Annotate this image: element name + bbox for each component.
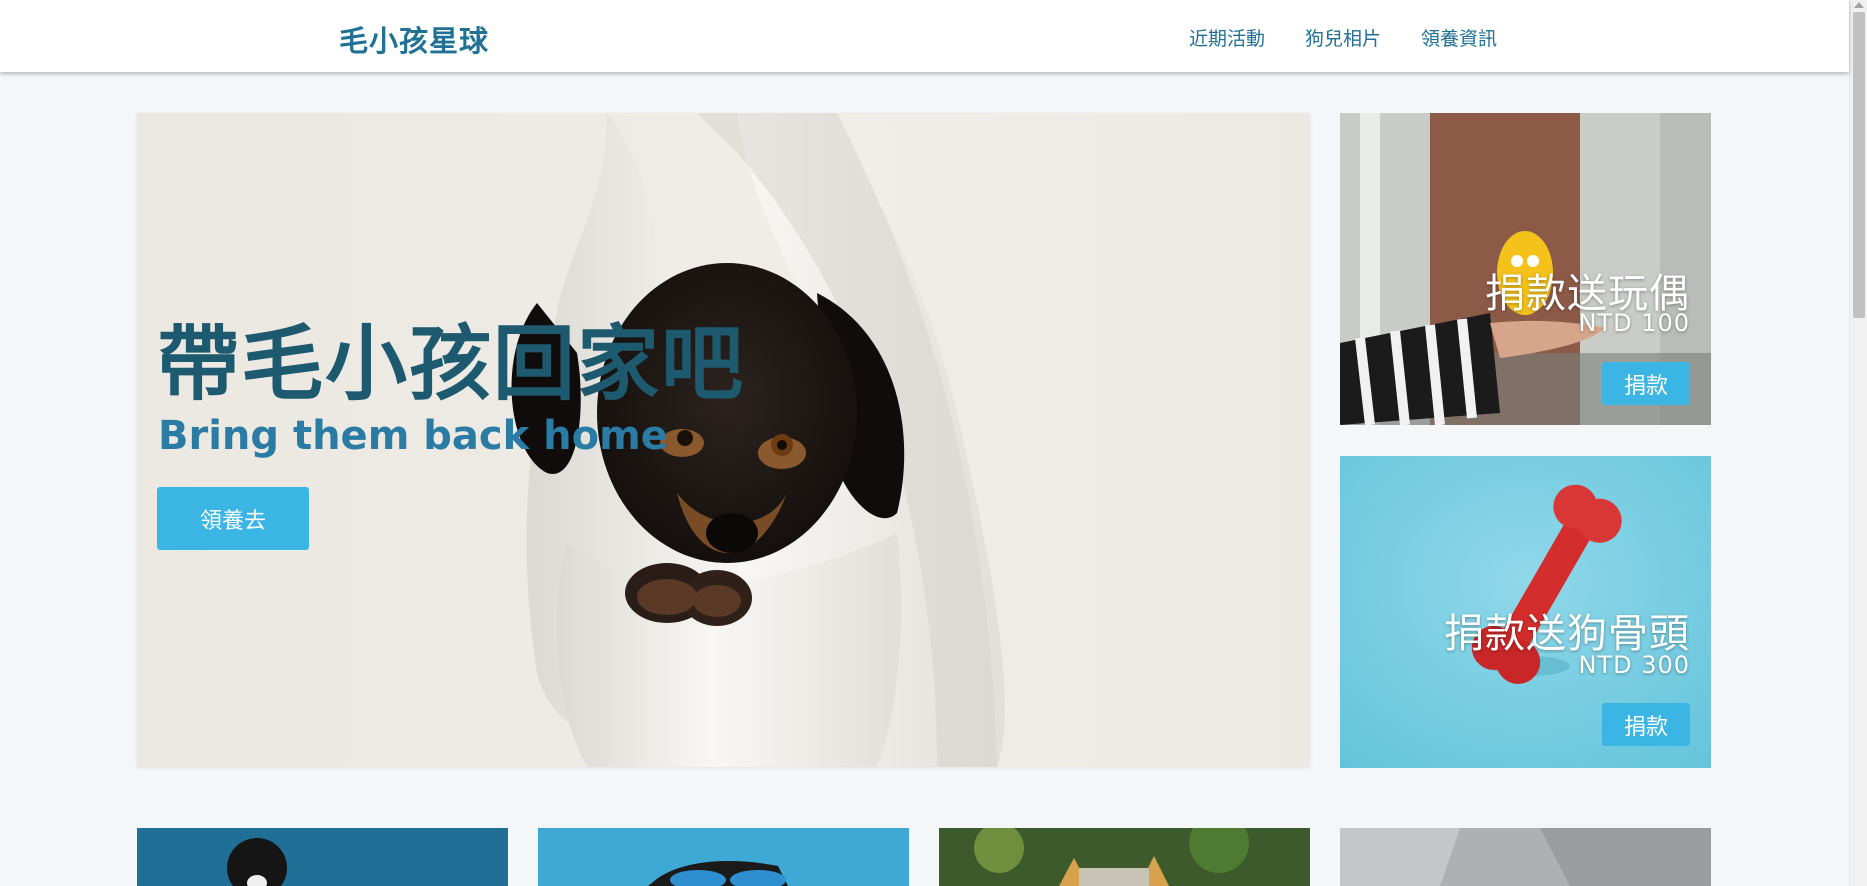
- dog-thumb-photo-2: [538, 828, 909, 886]
- dog-thumbnail[interactable]: [538, 828, 909, 886]
- dog-thumb-photo-4: [1340, 828, 1711, 886]
- donate-button[interactable]: 捐款: [1602, 362, 1690, 405]
- brand-logo[interactable]: 毛小孩星球: [339, 18, 489, 60]
- main-nav: 近期活動 狗兒相片 領養資訊: [1189, 24, 1537, 51]
- nav-link-photos[interactable]: 狗兒相片: [1305, 24, 1381, 51]
- hero-banner: 帶毛小孩回家吧 Bring them back home 領養去: [137, 113, 1310, 767]
- hero-title: 帶毛小孩回家吧: [157, 317, 746, 412]
- dog-thumb-photo-1: [137, 828, 508, 886]
- page-scrollbar[interactable]: [1849, 0, 1867, 886]
- donation-card-price: NTD 300: [1578, 651, 1690, 679]
- donation-card-price: NTD 100: [1578, 309, 1690, 337]
- hero-subtitle: Bring them back home: [158, 413, 668, 459]
- nav-link-adoption[interactable]: 領養資訊: [1421, 24, 1497, 51]
- adopt-button[interactable]: 領養去: [157, 487, 309, 550]
- donation-card-bone: 捐款送狗骨頭 NTD 300 捐款: [1340, 456, 1711, 768]
- scrollbar-thumb[interactable]: [1853, 12, 1865, 318]
- dog-thumbnail[interactable]: [1340, 828, 1711, 886]
- dog-thumb-photo-3: [939, 828, 1310, 886]
- donation-card-toy: 捐款送玩偶 NTD 100 捐款: [1340, 113, 1711, 425]
- top-navbar: 毛小孩星球 近期活動 狗兒相片 領養資訊: [0, 0, 1849, 72]
- donate-button[interactable]: 捐款: [1602, 703, 1690, 746]
- dog-thumbnail[interactable]: [137, 828, 508, 886]
- scroll-up-arrow-icon[interactable]: [1854, 2, 1864, 8]
- dog-thumbnail[interactable]: [939, 828, 1310, 886]
- nav-link-events[interactable]: 近期活動: [1189, 24, 1265, 51]
